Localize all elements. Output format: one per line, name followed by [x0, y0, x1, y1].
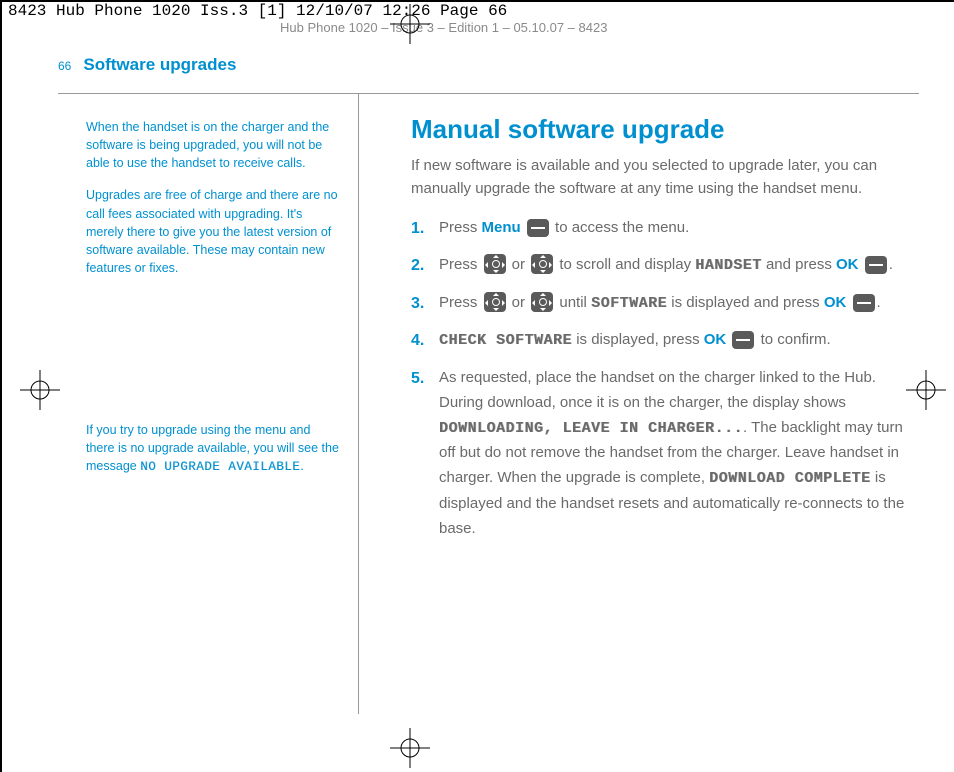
- steps-list: Press Menu to access the menu. Press or …: [411, 216, 916, 541]
- nav-key-icon: [531, 254, 553, 274]
- registration-mark-left-icon: [20, 370, 60, 410]
- softkey-icon: [865, 256, 887, 274]
- menu-keyword: Menu: [482, 219, 521, 236]
- running-head: 66 Software upgrades: [58, 55, 919, 75]
- lcd-text: HANDSET: [695, 257, 762, 274]
- sidebar-note-2: Upgrades are free of charge and there ar…: [86, 186, 341, 277]
- nav-key-icon: [531, 292, 553, 312]
- ok-keyword: OK: [704, 331, 727, 348]
- lcd-text: SOFTWARE: [591, 295, 667, 312]
- nav-key-icon: [484, 254, 506, 274]
- softkey-icon: [732, 331, 754, 349]
- header-line-2: Hub Phone 1020 – Issue 3 – Edition 1 – 0…: [280, 20, 607, 35]
- sidebar-note-1: When the handset is on the charger and t…: [86, 118, 341, 172]
- main-column: Manual software upgrade If new software …: [361, 94, 916, 553]
- softkey-icon: [527, 219, 549, 237]
- lcd-text: DOWNLOAD COMPLETE: [709, 470, 871, 487]
- step-3: Press or until SOFTWARE is displayed and…: [411, 291, 916, 317]
- registration-mark-bottom-icon: [390, 728, 430, 768]
- ok-keyword: OK: [836, 256, 859, 273]
- header-line-1: 8423 Hub Phone 1020 Iss.3 [1] 12/10/07 1…: [8, 2, 507, 20]
- sidebar-note-3: If you try to upgrade using the menu and…: [86, 421, 341, 476]
- registration-mark-top-icon: [390, 4, 430, 44]
- step-5: As requested, place the handset on the c…: [411, 366, 916, 541]
- step-1: Press Menu to access the menu.: [411, 216, 916, 241]
- step-2: Press or to scroll and display HANDSET a…: [411, 253, 916, 279]
- lcd-text: CHECK SOFTWARE: [439, 332, 572, 349]
- page-number: 66: [58, 59, 71, 73]
- softkey-icon: [853, 294, 875, 312]
- step-4: CHECK SOFTWARE is displayed, press OK to…: [411, 328, 916, 354]
- ok-keyword: OK: [824, 294, 847, 311]
- page-content: 66 Software upgrades When the handset is…: [58, 55, 919, 717]
- lcd-text: NO UPGRADE AVAILABLE: [140, 460, 300, 474]
- main-heading: Manual software upgrade: [411, 114, 916, 145]
- lcd-text: DOWNLOADING, LEAVE IN CHARGER...: [439, 420, 743, 437]
- sidebar-notes: When the handset is on the charger and t…: [58, 94, 361, 553]
- column-separator: [358, 94, 359, 714]
- intro-paragraph: If new software is available and you sel…: [411, 155, 916, 200]
- section-title: Software upgrades: [83, 55, 236, 75]
- nav-key-icon: [484, 292, 506, 312]
